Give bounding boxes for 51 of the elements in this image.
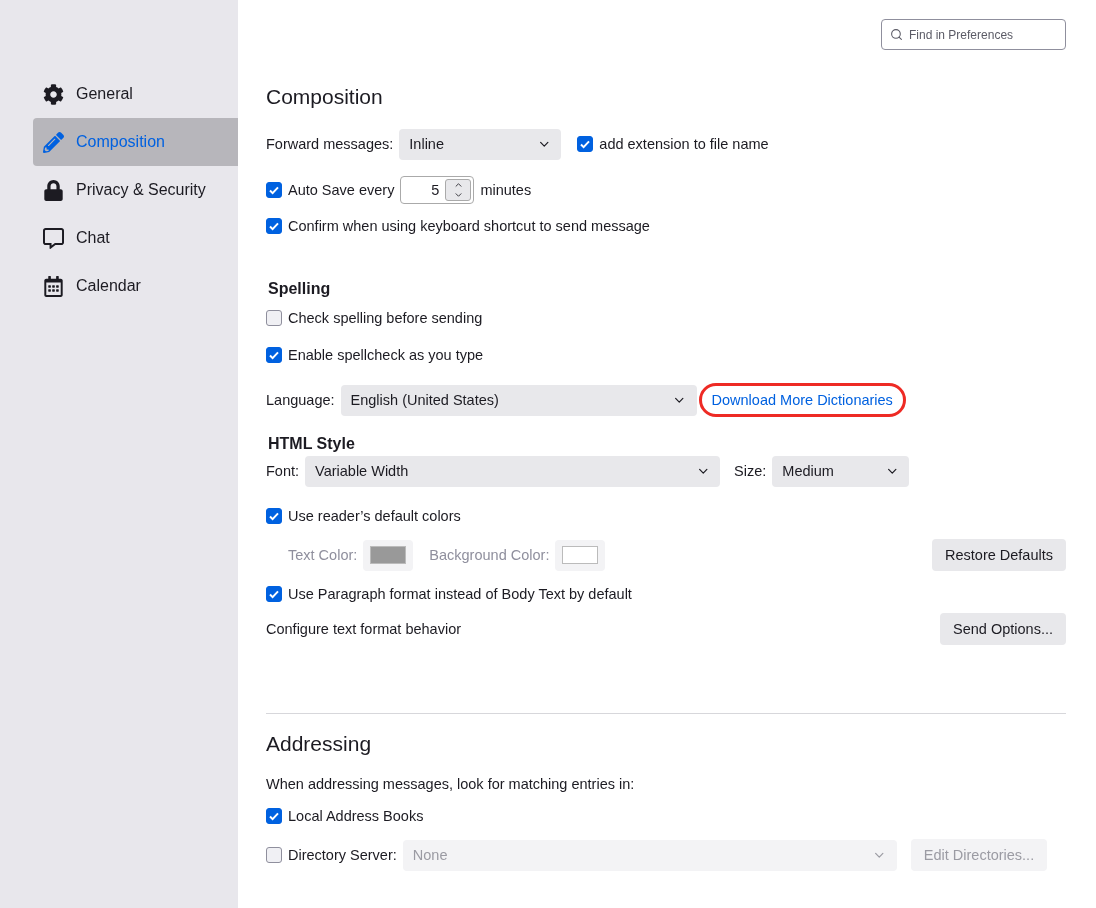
send-options-button[interactable]: Send Options... bbox=[940, 613, 1066, 645]
checkbox[interactable] bbox=[266, 182, 282, 198]
checkbox-label: Use Paragraph format instead of Body Text by default bbox=[288, 586, 632, 602]
download-dictionaries-link[interactable]: Download More Dictionaries bbox=[709, 392, 895, 408]
section-heading: Spelling bbox=[268, 279, 332, 299]
search-icon bbox=[890, 28, 903, 41]
font-dropdown[interactable]: Variable Width bbox=[305, 455, 721, 487]
field-label: Font: bbox=[266, 463, 300, 479]
checkbox[interactable] bbox=[266, 218, 282, 234]
checkbox[interactable] bbox=[266, 808, 282, 824]
unit-label: minutes bbox=[480, 182, 532, 198]
sidebar-item[interactable]: Chat bbox=[33, 214, 238, 262]
forward-dropdown[interactable]: Inline bbox=[399, 128, 562, 160]
description-text: When addressing messages, look for matching entries in: bbox=[266, 776, 635, 792]
pencil-icon bbox=[43, 131, 64, 153]
checkbox-label: Enable spellcheck as you type bbox=[288, 347, 484, 363]
language-dropdown[interactable]: English (United States) bbox=[340, 384, 697, 416]
checkbox-label: Auto Save every bbox=[288, 182, 395, 198]
calendar-icon bbox=[43, 275, 64, 297]
color-picker[interactable] bbox=[555, 539, 606, 571]
sidebar-item[interactable]: Calendar bbox=[33, 262, 238, 310]
checkbox-label: Confirm when using keyboard shortcut to send message bbox=[288, 218, 650, 234]
section-heading: Addressing bbox=[266, 731, 373, 757]
checkbox-label: add extension to file name bbox=[599, 136, 769, 152]
number-field[interactable]: 5 bbox=[400, 176, 475, 204]
speech-bubble-icon bbox=[43, 227, 64, 249]
checkbox[interactable] bbox=[266, 347, 282, 363]
gear-icon bbox=[43, 83, 64, 105]
field-label: Size: bbox=[734, 463, 767, 479]
checkbox[interactable] bbox=[266, 586, 282, 602]
section-heading: HTML Style bbox=[268, 434, 356, 454]
size-dropdown[interactable]: Medium bbox=[772, 455, 910, 487]
checkbox-label: Check spelling before sending bbox=[288, 310, 483, 326]
restore-defaults-button[interactable]: Restore Defaults bbox=[932, 539, 1066, 571]
search-field[interactable]: Find in Preferences bbox=[881, 19, 1066, 50]
setting-label: Configure text format behavior bbox=[266, 621, 462, 637]
color-label: Text Color: bbox=[288, 547, 358, 563]
field-label: Forward messages: bbox=[266, 136, 394, 152]
checkbox[interactable] bbox=[266, 310, 282, 326]
field-label: Language: bbox=[266, 392, 335, 408]
section-heading: Composition bbox=[266, 84, 384, 110]
color-picker[interactable] bbox=[363, 539, 414, 571]
checkbox-label: Use reader’s default colors bbox=[288, 508, 461, 524]
checkbox-label: Local Address Books bbox=[288, 808, 424, 824]
lock-icon bbox=[43, 179, 64, 201]
sidebar-item[interactable]: General bbox=[33, 70, 238, 118]
checkbox[interactable] bbox=[577, 136, 594, 152]
sidebar-item[interactable]: Privacy & Security bbox=[33, 166, 238, 214]
color-label: Background Color: bbox=[429, 547, 550, 563]
checkbox-label: Directory Server: bbox=[288, 847, 397, 863]
checkbox[interactable] bbox=[266, 508, 282, 524]
